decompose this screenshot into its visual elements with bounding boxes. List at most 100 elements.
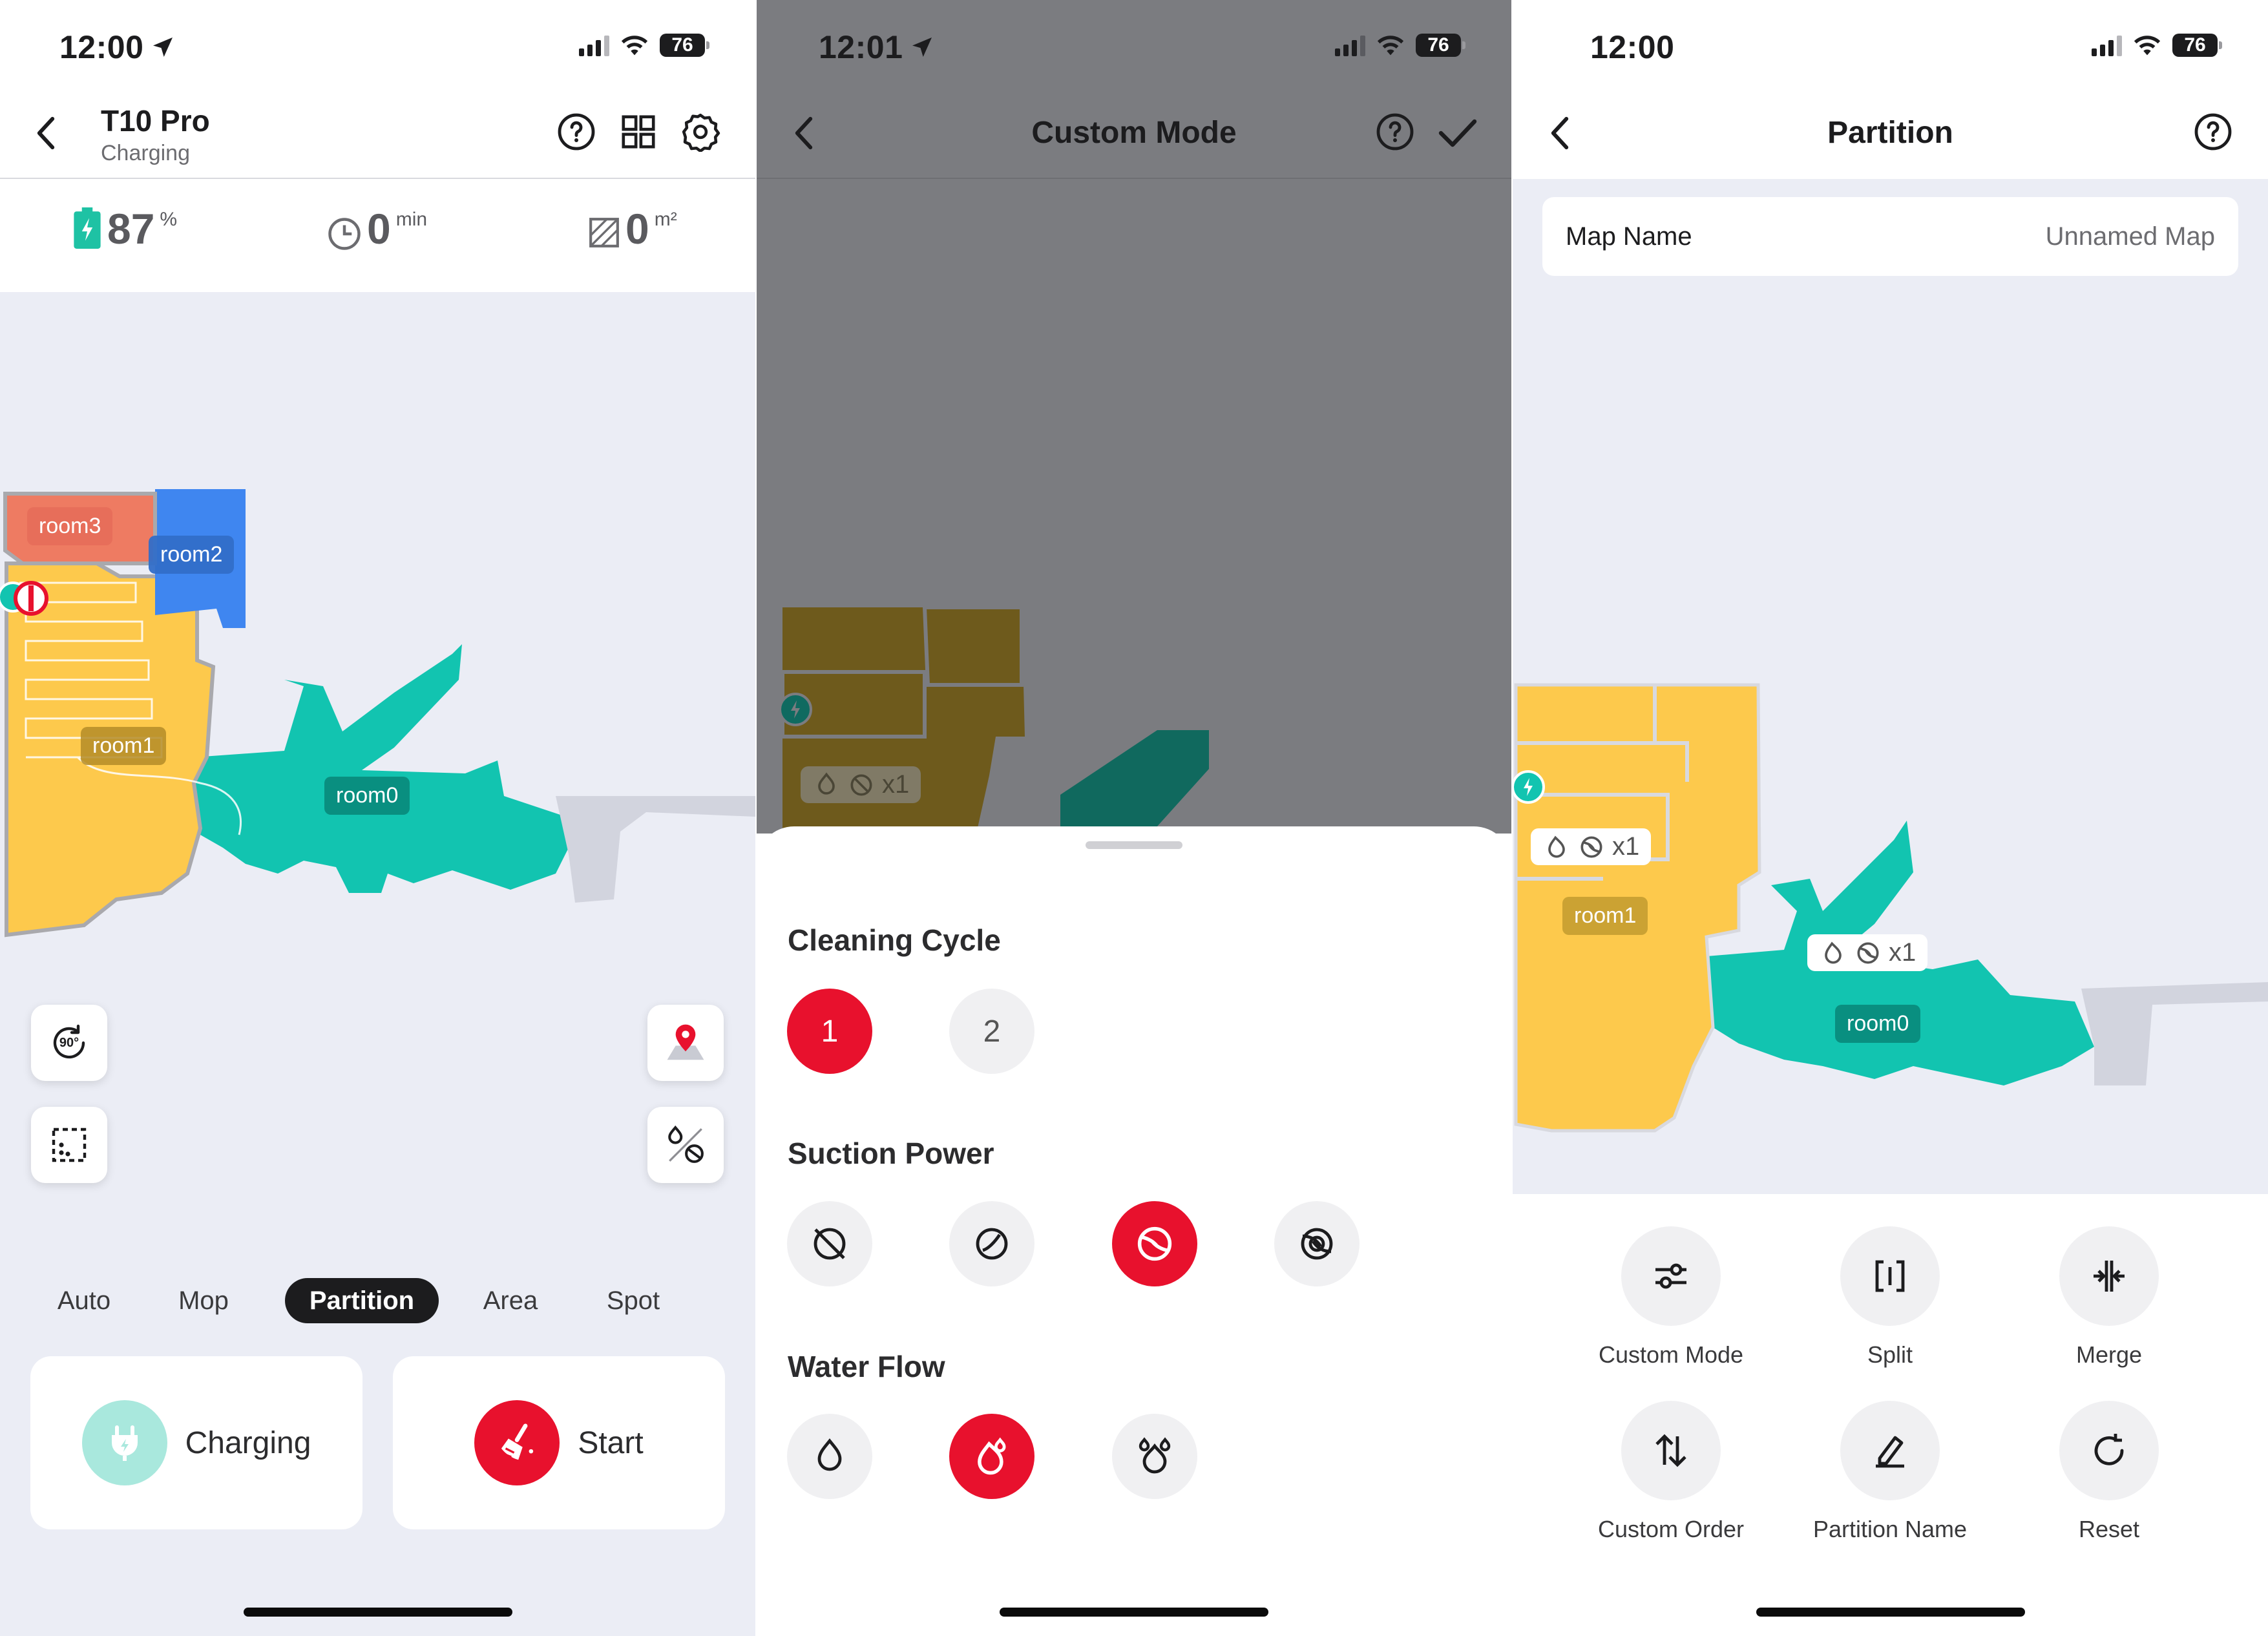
mode-tabs: Auto Mop Partition Area Spot (26, 1278, 730, 1323)
custom-mode-sheet: Cleaning Cycle 1 2 Suction Power Water F… (757, 826, 1511, 1636)
start-button[interactable]: Start (393, 1356, 725, 1529)
start-label: Start (578, 1425, 644, 1460)
locate-robot-button[interactable] (647, 1005, 724, 1081)
device-status: Charging (101, 141, 190, 165)
status-bar: 12:00 76 (0, 0, 755, 97)
rotate-map-button[interactable]: 90° (31, 1005, 107, 1081)
status-bar: 12:01 76 (757, 0, 1511, 97)
suction-quiet-option[interactable] (949, 1201, 1034, 1286)
charging-button[interactable]: Charging (30, 1356, 362, 1529)
merge-icon (2094, 1261, 2125, 1292)
suction-icon (1580, 836, 1602, 857)
suction-off-option[interactable] (787, 1201, 872, 1286)
custom-order-tool[interactable]: Custom Order (1574, 1401, 1768, 1543)
reset-tool[interactable]: Reset (2012, 1401, 2206, 1543)
help-button[interactable] (1374, 111, 1416, 152)
tab-mop[interactable]: Mop (168, 1278, 239, 1323)
battery-indicator: 76 (660, 34, 709, 57)
location-arrow-icon (153, 37, 173, 57)
home-indicator (1756, 1608, 2025, 1617)
cellular-signal-icon (579, 34, 609, 56)
custom-mode-screen: 12:01 76 Custom Mode x1 Cleaning Cycle 1… (757, 0, 1511, 1636)
rotate-label: 90° (59, 1035, 79, 1050)
start-circle (474, 1400, 560, 1485)
status-icons: 76 (2092, 34, 2222, 57)
room0-area[interactable] (187, 644, 569, 893)
confirm-button[interactable] (1435, 114, 1480, 152)
charging-circle (81, 1400, 167, 1485)
map-label-room1[interactable]: room1 (81, 727, 167, 765)
partition-name-tool[interactable]: Partition Name (1793, 1401, 1987, 1543)
status-time: 12:01 (819, 28, 935, 66)
help-button[interactable] (2192, 111, 2234, 152)
map-name-row[interactable]: Map Name Unnamed Map (1542, 197, 2238, 276)
wifi-icon (1377, 36, 1404, 56)
room0-mode-badge[interactable]: x1 (1807, 934, 1928, 971)
vacuum-mop-toggle-button[interactable] (647, 1107, 724, 1183)
water-low-option[interactable] (787, 1414, 872, 1499)
gear-icon (682, 113, 720, 152)
stats-bar: 87 % 0 min 0 m² (0, 179, 755, 292)
battery-indicator: 76 (1416, 34, 1465, 57)
cleaning-cycle-option-1[interactable]: 1 (787, 989, 872, 1074)
wifi-icon (2134, 36, 2161, 56)
suction-max-icon (1301, 1228, 1333, 1260)
map-edit-button[interactable] (31, 1107, 107, 1183)
water-low-icon (817, 1438, 842, 1471)
suction-icon (850, 774, 872, 795)
plug-icon (111, 1425, 138, 1461)
back-button[interactable] (30, 114, 62, 152)
room0-extension (2081, 982, 2268, 1085)
broom-icon (501, 1423, 534, 1460)
cleaning-cycle-option-2[interactable]: 2 (949, 989, 1034, 1074)
page-title: Partition (1827, 116, 1953, 150)
question-circle-icon (1376, 113, 1414, 151)
room0-extension (556, 796, 755, 903)
map-name-value: Unnamed Map (2045, 222, 2215, 251)
suction-max-option[interactable] (1274, 1201, 1360, 1286)
vacuum-mop-icon (668, 1125, 704, 1163)
tab-spot[interactable]: Spot (594, 1278, 672, 1323)
custom-mode-tool[interactable]: Custom Mode (1574, 1226, 1768, 1369)
split-tool[interactable]: Split (1793, 1226, 1987, 1369)
cleaning-map[interactable] (0, 292, 755, 1003)
map-pin-icon (667, 1024, 704, 1060)
map-edit-icon (52, 1127, 87, 1162)
help-button[interactable] (556, 111, 597, 152)
grid-button[interactable] (619, 112, 658, 151)
device-header: 12:00 76 T10 Pro Charging (0, 0, 755, 179)
home-indicator (1000, 1608, 1268, 1617)
wifi-icon (621, 36, 648, 56)
tab-auto[interactable]: Auto (45, 1278, 123, 1323)
status-bar: 12:00 76 (1513, 0, 2268, 97)
robot-position-core (28, 585, 34, 611)
suction-standard-option[interactable] (1112, 1201, 1197, 1286)
home-screen: 12:00 76 T10 Pro Charging 87 % 0 min 0 m… (0, 0, 755, 1636)
room1-mode-badge[interactable]: x1 (1531, 828, 1652, 865)
sheet-grabber[interactable] (1086, 841, 1182, 849)
water-high-option[interactable] (1112, 1414, 1197, 1499)
map-label-room2[interactable]: room2 (149, 536, 235, 574)
water-high-icon (1139, 1437, 1171, 1474)
partition-tools: Custom Mode Split Merge Custom Order Par… (1513, 1194, 2268, 1636)
settings-button[interactable] (680, 111, 721, 152)
map-label-room3[interactable]: room3 (27, 507, 113, 545)
tab-partition[interactable]: Partition (285, 1278, 439, 1323)
map-label-room0[interactable]: room0 (1835, 1005, 1921, 1043)
sliders-icon (1655, 1263, 1686, 1289)
map-label-room0[interactable]: room0 (324, 777, 410, 815)
map-name-label: Map Name (1566, 222, 1692, 251)
map-clean-badge: x1 (801, 766, 921, 803)
sort-arrows-icon (1655, 1434, 1686, 1467)
map-label-room1[interactable]: room1 (1562, 897, 1648, 935)
tab-area[interactable]: Area (472, 1278, 549, 1323)
battery-charging-icon (74, 207, 101, 249)
suction-quiet-icon (976, 1228, 1008, 1260)
water-drop-icon (818, 771, 835, 795)
home-indicator (243, 1608, 512, 1617)
merge-tool[interactable]: Merge (2012, 1226, 2206, 1369)
water-drop-icon (1825, 941, 1842, 963)
dimmed-background[interactable]: 12:01 76 Custom Mode x1 (757, 0, 1511, 834)
water-medium-option[interactable] (949, 1414, 1034, 1499)
cleaning-cycle-title: Cleaning Cycle (788, 923, 1001, 957)
